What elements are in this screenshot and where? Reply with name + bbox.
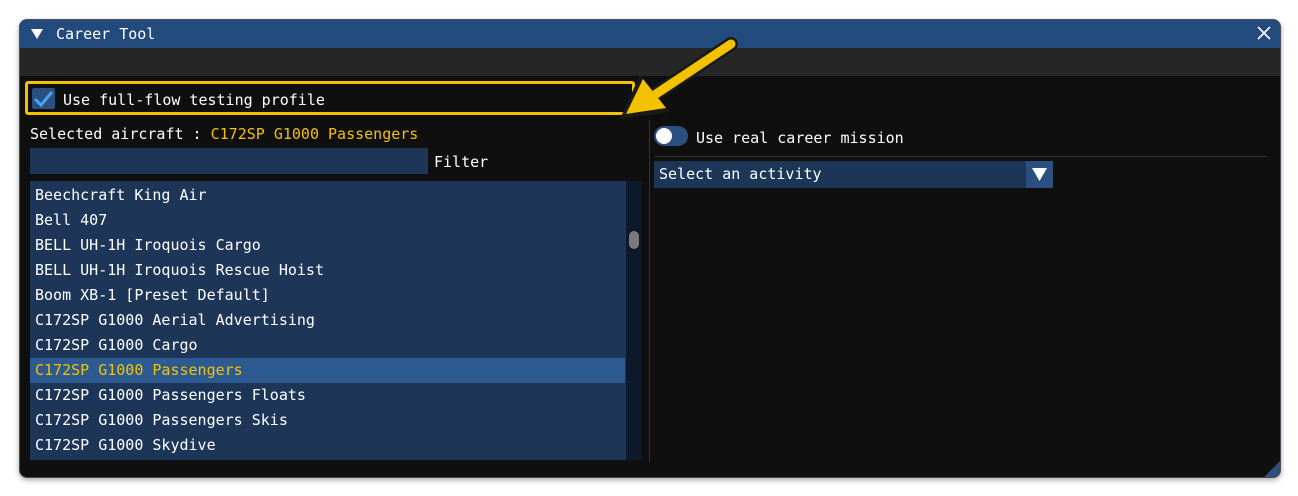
aircraft-list[interactable]: Beechcraft King Air Bell 407 BELL UH-1H … <box>30 181 642 460</box>
window-title: Career Tool <box>56 25 156 43</box>
aircraft-list-item-selected[interactable]: C172SP G1000 Passengers <box>30 358 625 383</box>
selected-aircraft-row: Selected aircraft : C172SP G1000 Passeng… <box>30 125 418 143</box>
separator <box>654 156 1267 157</box>
resize-grip[interactable] <box>1264 461 1280 477</box>
checkmark-icon <box>33 91 54 108</box>
real-career-mission-label: Use real career mission <box>696 129 904 147</box>
close-icon[interactable] <box>1256 25 1272 41</box>
real-career-mission-toggle[interactable] <box>654 126 688 146</box>
activity-dropdown[interactable]: Select an activity <box>654 161 1053 188</box>
aircraft-filter-input[interactable] <box>30 148 428 174</box>
full-flow-profile-label: Use full-flow testing profile <box>63 91 325 109</box>
chevron-down-icon <box>1032 168 1047 181</box>
aircraft-list-item[interactable]: C172SP G1000 Aerial Advertising <box>30 308 625 333</box>
callout-arrow-icon <box>620 37 738 119</box>
aircraft-list-item[interactable]: C172SP G1000 Passengers Floats <box>30 383 625 408</box>
collapse-triangle-icon[interactable] <box>30 27 44 41</box>
aircraft-list-item[interactable]: Boom XB-1 [Preset Default] <box>30 283 625 308</box>
full-flow-profile-checkbox[interactable] <box>32 88 55 109</box>
aircraft-list-item[interactable]: C172SP G1000 Skydive <box>30 433 625 458</box>
aircraft-list-item[interactable]: Bell 407 <box>30 208 625 233</box>
column-divider <box>649 120 650 462</box>
aircraft-list-item[interactable]: BELL UH-1H Iroquois Cargo <box>30 233 625 258</box>
selected-aircraft-value: C172SP G1000 Passengers <box>210 125 419 143</box>
filter-label: Filter <box>434 153 489 171</box>
selected-aircraft-label: Selected aircraft : <box>30 125 211 143</box>
aircraft-list-item[interactable]: Beechcraft King Air <box>30 183 625 208</box>
aircraft-list-item[interactable]: BELL UH-1H Iroquois Rescue Hoist <box>30 258 625 283</box>
full-flow-profile-option[interactable]: Use full-flow testing profile <box>25 81 635 115</box>
activity-dropdown-button[interactable] <box>1026 161 1053 188</box>
aircraft-list-item[interactable]: C172SP G1000 Cargo <box>30 333 625 358</box>
activity-dropdown-value: Select an activity <box>659 165 822 183</box>
aircraft-list-item[interactable]: C172SP G1000 Passengers Skis <box>30 408 625 433</box>
toggle-knob <box>656 128 672 144</box>
aircraft-list-scrollbar[interactable] <box>626 181 642 460</box>
scrollbar-thumb[interactable] <box>629 231 639 249</box>
career-tool-window: Career Tool Use full-flow testing profil… <box>19 19 1281 478</box>
